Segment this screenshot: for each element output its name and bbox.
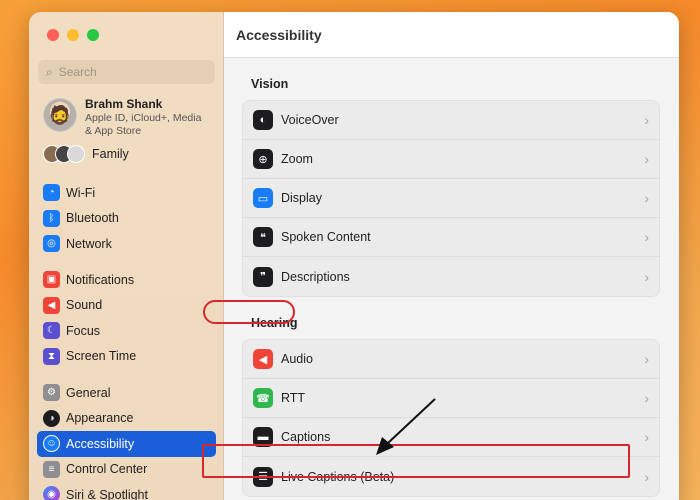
- chevron-right-icon: ›: [644, 429, 649, 445]
- sidebar-item-label: Sound: [66, 298, 103, 313]
- accessibility-icon: ☺: [43, 435, 60, 453]
- sidebar: ⌕ 🧔 Brahm Shank Apple ID, iCloud+, Media…: [29, 12, 224, 500]
- sidebar-item-label: Siri & Spotlight: [66, 487, 148, 500]
- sidebar-item-label: Focus: [66, 323, 101, 338]
- sidebar-item-label: Family: [92, 147, 129, 161]
- sidebar-item-control-center[interactable]: ≡ Control Center: [37, 457, 216, 483]
- sidebar-item-label: Bluetooth: [66, 211, 119, 226]
- row-label: Captions: [281, 430, 331, 444]
- sidebar-item-general[interactable]: ⚙ General: [37, 380, 216, 406]
- sidebar-group-general: ⚙ General ◑ Appearance ☺ Accessibility ≡…: [37, 380, 216, 500]
- sidebar-item-label: Network: [66, 236, 112, 251]
- row-rtt[interactable]: ☎ RTT ›: [243, 379, 659, 418]
- profile-name: Brahm Shank: [85, 97, 163, 111]
- search-box[interactable]: ⌕: [38, 60, 215, 84]
- vision-card: ◐ VoiceOver › ⊕ Zoom › ▭ Display › ❝ Spo…: [242, 100, 660, 297]
- sidebar-item-label: Accessibility: [66, 436, 135, 451]
- chevron-right-icon: ›: [644, 151, 649, 167]
- chevron-right-icon: ›: [644, 468, 649, 485]
- audio-icon: ◀: [253, 349, 273, 369]
- sidebar-item-bluetooth[interactable]: ᛒ Bluetooth: [37, 206, 216, 232]
- sidebar-item-label: General: [66, 385, 111, 400]
- appearance-icon: ◑: [43, 409, 60, 427]
- row-audio[interactable]: ◀ Audio ›: [243, 340, 659, 379]
- row-label: VoiceOver: [281, 113, 339, 127]
- sidebar-item-label: Appearance: [66, 411, 134, 426]
- sidebar-item-label: Notifications: [66, 272, 135, 287]
- chevron-right-icon: ›: [644, 390, 649, 406]
- family-avatars-icon: [43, 145, 85, 163]
- globe-icon: ◎: [43, 235, 60, 253]
- search-input[interactable]: [58, 65, 199, 79]
- sidebar-item-label: Control Center: [66, 462, 148, 477]
- apple-id-profile[interactable]: 🧔 Brahm Shank Apple ID, iCloud+, Media &…: [43, 98, 210, 138]
- sidebar-item-label: Screen Time: [66, 349, 137, 364]
- sidebar-item-appearance[interactable]: ◑ Appearance: [37, 406, 216, 432]
- control-center-icon: ≡: [43, 460, 60, 478]
- sidebar-item-wifi[interactable]: ◔ Wi-Fi: [37, 180, 216, 206]
- profile-subtitle: Apple ID, iCloud+, Media & App Store: [85, 112, 202, 137]
- bell-icon: ▣: [43, 271, 60, 289]
- sidebar-group-notifications: ▣ Notifications ◀ Sound ☾ Focus ⧗ Screen…: [37, 267, 216, 369]
- chevron-right-icon: ›: [644, 229, 649, 245]
- hearing-highlight-annotation: [203, 300, 295, 324]
- row-descriptions[interactable]: ❞ Descriptions ›: [243, 257, 659, 296]
- descriptions-icon: ❞: [253, 266, 273, 287]
- sidebar-item-sound[interactable]: ◀ Sound: [37, 293, 216, 319]
- sidebar-item-screen-time[interactable]: ⧗ Screen Time: [37, 344, 216, 370]
- rtt-icon: ☎: [253, 388, 273, 408]
- row-label: Display: [281, 191, 322, 205]
- sidebar-item-label: Wi-Fi: [66, 185, 96, 200]
- hourglass-icon: ⧗: [43, 347, 60, 365]
- avatar: 🧔: [43, 98, 77, 132]
- row-spoken-content[interactable]: ❝ Spoken Content ›: [243, 218, 659, 257]
- chevron-right-icon: ›: [644, 351, 649, 367]
- row-voiceover[interactable]: ◐ VoiceOver ›: [243, 101, 659, 140]
- zoom-icon: ⊕: [253, 149, 273, 169]
- sidebar-item-network[interactable]: ◎ Network: [37, 231, 216, 257]
- wifi-icon: ◔: [43, 184, 60, 202]
- minimize-button[interactable]: [67, 29, 79, 41]
- moon-icon: ☾: [43, 322, 60, 340]
- sidebar-item-accessibility[interactable]: ☺ Accessibility: [37, 431, 216, 457]
- section-title-vision: Vision: [251, 77, 289, 91]
- toolbar: Accessibility: [224, 12, 679, 58]
- chevron-right-icon: ›: [644, 112, 649, 128]
- gear-icon: ⚙: [43, 384, 60, 402]
- row-label: Zoom: [281, 152, 313, 166]
- row-label: Descriptions: [281, 269, 350, 284]
- window-controls: [47, 29, 99, 41]
- zoom-button[interactable]: [87, 29, 99, 41]
- sidebar-item-notifications[interactable]: ▣ Notifications: [37, 267, 216, 293]
- display-icon: ▭: [253, 188, 273, 208]
- speaker-icon: ◀: [43, 296, 60, 314]
- chevron-right-icon: ›: [644, 268, 649, 285]
- close-button[interactable]: [47, 29, 59, 41]
- row-zoom[interactable]: ⊕ Zoom ›: [243, 140, 659, 179]
- arrow-annotation-icon: [376, 398, 436, 455]
- sidebar-item-family[interactable]: Family: [43, 145, 129, 163]
- main-pane: Accessibility Vision ◐ VoiceOver › ⊕ Zoo…: [224, 12, 679, 500]
- sidebar-item-siri-spotlight[interactable]: ◉ Siri & Spotlight: [37, 482, 216, 500]
- voiceover-icon: ◐: [253, 110, 273, 130]
- page-title: Accessibility: [236, 26, 322, 43]
- chevron-right-icon: ›: [644, 190, 649, 206]
- row-label: Spoken Content: [281, 230, 371, 244]
- row-display[interactable]: ▭ Display ›: [243, 179, 659, 218]
- siri-icon: ◉: [43, 486, 60, 500]
- bluetooth-icon: ᛒ: [43, 209, 60, 227]
- sidebar-group-network: ◔ Wi-Fi ᛒ Bluetooth ◎ Network: [37, 180, 216, 257]
- search-icon: ⌕: [46, 64, 53, 79]
- row-label: RTT: [281, 391, 306, 405]
- row-label: Audio: [281, 352, 313, 366]
- spoken-content-icon: ❝: [253, 227, 273, 247]
- sidebar-item-focus[interactable]: ☾ Focus: [37, 318, 216, 344]
